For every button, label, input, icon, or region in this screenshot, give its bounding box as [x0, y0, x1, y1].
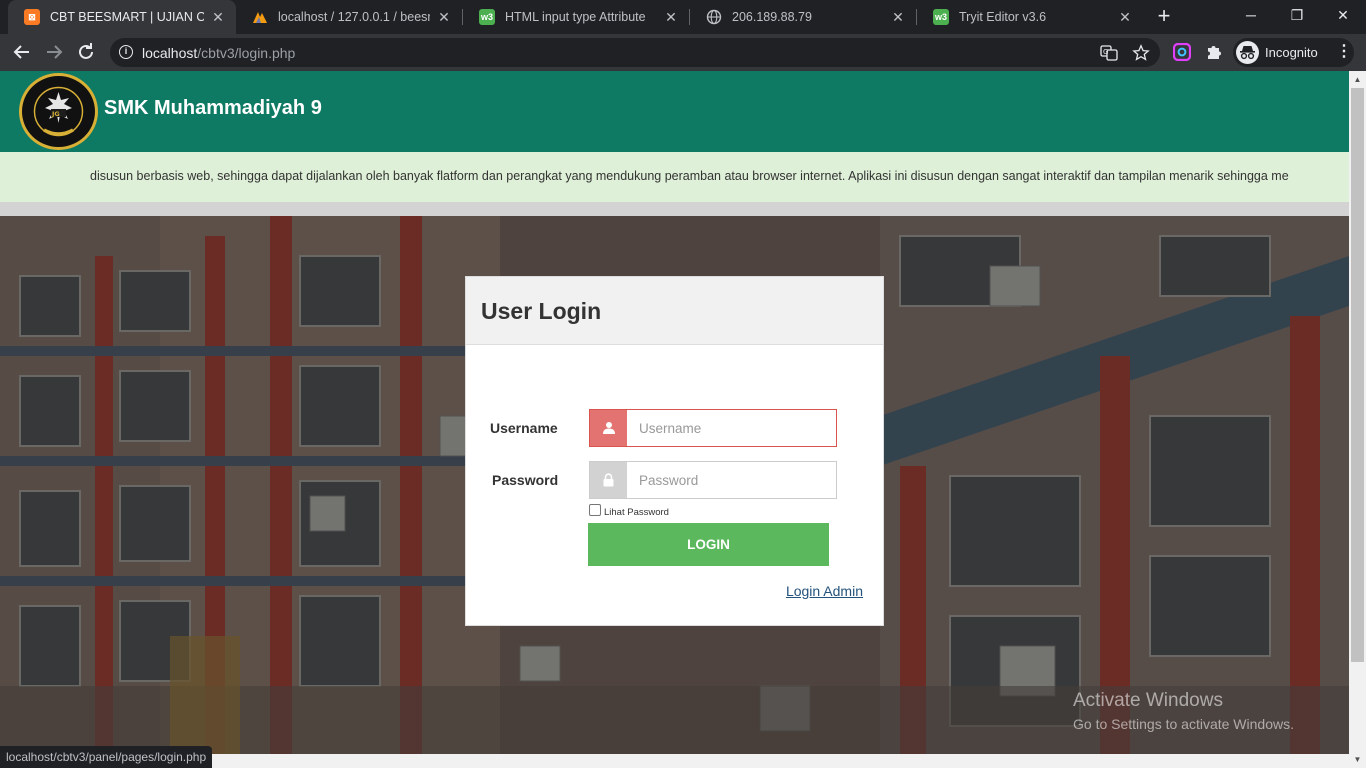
username-input-group: [589, 409, 837, 447]
tab-strip: ⊠ CBT BEESMART | UJIAN ONLINE ✕ localhos…: [0, 0, 1366, 34]
color-extension-icon[interactable]: [1172, 42, 1192, 62]
school-building-background: User Login Username Password Lihat Passw…: [0, 216, 1349, 768]
reload-button[interactable]: [74, 40, 98, 64]
svg-text:G: G: [1103, 48, 1108, 56]
extensions-puzzle-icon[interactable]: [1205, 43, 1223, 61]
close-tab-icon[interactable]: ✕: [436, 9, 452, 26]
new-tab-button[interactable]: +: [1152, 5, 1176, 29]
tab-title: Tryit Editor v3.6: [959, 10, 1047, 24]
activate-windows-title: Activate Windows: [1073, 690, 1223, 711]
close-window-button[interactable]: ✕: [1320, 0, 1366, 30]
password-input[interactable]: [627, 462, 836, 498]
vertical-scrollbar[interactable]: ▲ ▼: [1349, 71, 1366, 768]
back-button[interactable]: [10, 40, 34, 64]
browser-menu-icon[interactable]: ⋮: [1336, 42, 1352, 62]
w3schools-icon: w3: [933, 9, 949, 25]
password-input-group: [589, 461, 837, 499]
incognito-icon: [1236, 41, 1259, 64]
site-title: SMK Muhammadiyah 9: [104, 97, 322, 119]
phpmyadmin-icon: [252, 9, 268, 25]
arrow-right-icon: [47, 45, 63, 59]
minimize-button[interactable]: ─: [1228, 0, 1274, 30]
svg-text:JG: JG: [51, 110, 60, 118]
arrow-left-icon: [13, 45, 29, 59]
show-password-checkbox[interactable]: [589, 504, 601, 516]
restore-button[interactable]: ❐: [1274, 0, 1320, 30]
close-tab-icon[interactable]: ✕: [890, 9, 906, 26]
username-label: Username: [490, 420, 558, 436]
scroll-down-arrow-icon[interactable]: ▼: [1349, 751, 1366, 768]
user-icon: [590, 410, 627, 446]
login-button[interactable]: LOGIN: [588, 523, 829, 566]
address-bar[interactable]: i localhost/cbtv3/login.php G: [110, 38, 1160, 67]
info-marquee: disusun berbasis web, sehingga dapat dij…: [0, 152, 1349, 202]
lock-icon: [590, 462, 627, 498]
activate-windows-watermark: Activate Windows Go to Settings to activ…: [1073, 690, 1294, 732]
login-admin-link[interactable]: Login Admin: [786, 583, 863, 599]
close-tab-icon[interactable]: ✕: [663, 9, 679, 26]
school-logo: JG: [19, 73, 98, 150]
globe-icon: [706, 9, 722, 25]
page-viewport: JG SMK Muhammadiyah 9 disusun berbasis w…: [0, 71, 1366, 768]
xampp-icon: ⊠: [24, 9, 40, 25]
tab-tryit-editor[interactable]: w3 Tryit Editor v3.6 ✕: [917, 0, 1143, 34]
tab-cbt-beesmart[interactable]: ⊠ CBT BEESMART | UJIAN ONLINE ✕: [8, 0, 236, 34]
url-path: /cbtv3/login.php: [197, 45, 296, 61]
login-heading: User Login: [481, 298, 602, 324]
tab-ip-address[interactable]: 206.189.88.79 ✕: [690, 0, 916, 34]
w3schools-icon: w3: [479, 9, 495, 25]
status-bar-url: localhost/cbtv3/panel/pages/login.php: [0, 746, 213, 768]
site-info-icon[interactable]: i: [119, 45, 133, 59]
tab-phpmyadmin[interactable]: localhost / 127.0.0.1 / beesmart ✕: [236, 0, 462, 34]
marquee-text: disusun berbasis web, sehingga dapat dij…: [90, 169, 1289, 183]
tab-title: HTML input type Attribute: [505, 10, 646, 24]
tab-title: 206.189.88.79: [732, 10, 812, 24]
close-tab-icon[interactable]: ✕: [1117, 9, 1133, 26]
site-header: JG SMK Muhammadiyah 9: [0, 71, 1349, 152]
reload-icon: [79, 43, 93, 59]
password-label: Password: [492, 472, 559, 488]
show-password-row: Lihat Password: [589, 503, 669, 518]
login-card-header: User Login: [466, 277, 883, 345]
divider-bar: [0, 202, 1349, 216]
star-icon[interactable]: [1132, 44, 1150, 62]
username-input[interactable]: [627, 410, 836, 446]
close-tab-icon[interactable]: ✕: [210, 9, 226, 26]
tab-title: CBT BEESMART | UJIAN ONLINE: [50, 10, 204, 24]
show-password-label: Lihat Password: [604, 506, 669, 518]
forward-button[interactable]: [42, 40, 66, 64]
url-host: localhost: [142, 45, 198, 61]
login-card: User Login Username Password Lihat Passw…: [465, 276, 884, 626]
scrollbar-thumb[interactable]: [1351, 88, 1364, 662]
incognito-label: Incognito: [1265, 45, 1318, 60]
translate-icon[interactable]: G: [1100, 44, 1118, 62]
activate-windows-subtitle: Go to Settings to activate Windows.: [1073, 716, 1294, 732]
browser-toolbar: i localhost/cbtv3/login.php G Incognito …: [0, 34, 1366, 71]
tab-title: localhost / 127.0.0.1 / beesmart: [278, 10, 430, 24]
scroll-up-arrow-icon[interactable]: ▲: [1349, 71, 1366, 88]
url-text[interactable]: localhost/cbtv3/login.php: [142, 45, 295, 61]
tab-html-input-type[interactable]: w3 HTML input type Attribute ✕: [463, 0, 689, 34]
